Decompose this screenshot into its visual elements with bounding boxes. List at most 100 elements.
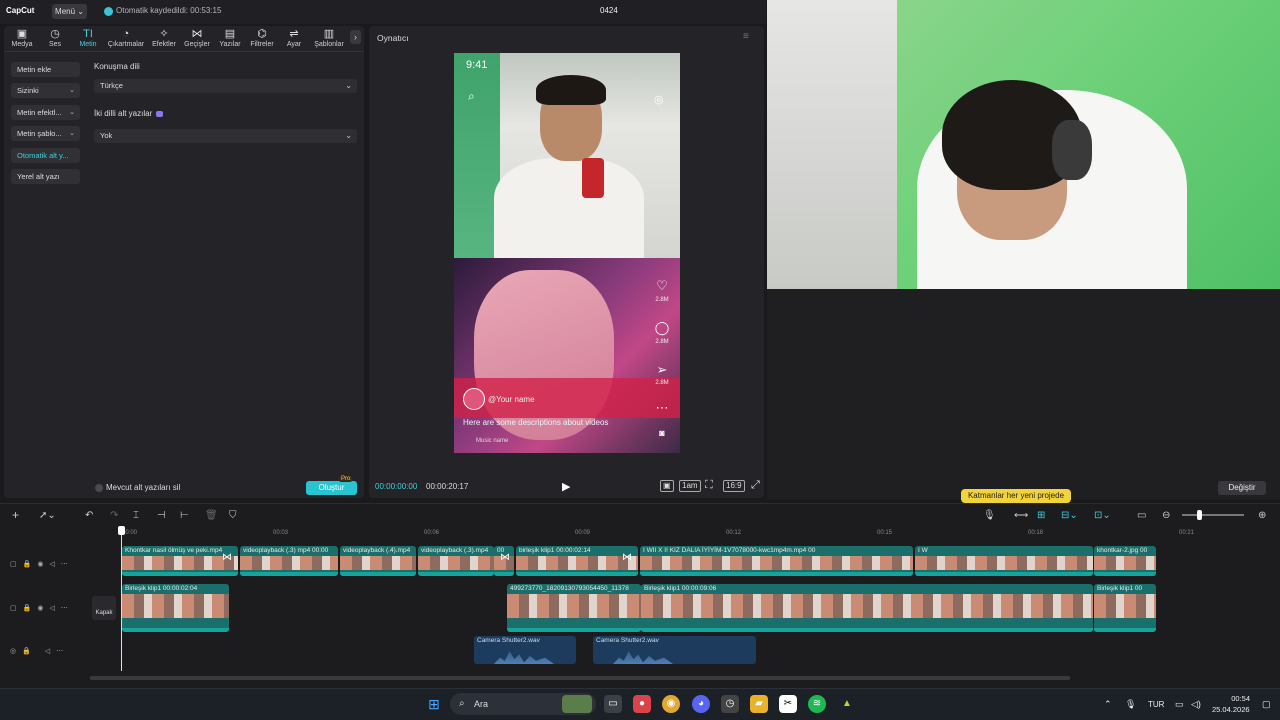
project-title[interactable]: 0424 <box>600 6 618 15</box>
speech-language-select[interactable]: Türkçe ⌄ <box>94 79 357 93</box>
tab-adjust[interactable]: ⇌ Ayar <box>278 28 310 48</box>
track-controls-audio[interactable]: ◎🔒 ◁⋯ <box>10 647 69 655</box>
ruler-tick: 00:09 <box>575 530 591 536</box>
tab-text[interactable]: TI Metin <box>72 28 104 48</box>
add-icon[interactable]: + <box>12 508 19 522</box>
redo-icon[interactable]: ↷ <box>110 510 118 521</box>
cloud-check-icon <box>104 7 113 16</box>
track-controls-overlay[interactable]: ▢🔒◉◁⋯ <box>10 604 74 612</box>
snap-icon[interactable]: ⊟⌄ <box>1061 510 1078 521</box>
tab-media[interactable]: ▣ Medya <box>6 28 38 48</box>
discord-icon[interactable]: ◕ <box>692 695 710 713</box>
wall <box>767 0 917 289</box>
language-indicator[interactable]: TUR <box>1148 700 1164 709</box>
video-clip[interactable]: birleşik klip1 00:00:02:14 <box>516 546 638 576</box>
app-icon[interactable]: ● <box>633 695 651 713</box>
tab-filters[interactable]: ⌬ Filtreler <box>246 28 278 48</box>
clock-time[interactable]: 00:54 <box>1230 694 1250 703</box>
tab-stickers[interactable]: ◔ Çıkartmalar <box>106 28 146 48</box>
create-button[interactable]: Oluştur <box>306 481 357 495</box>
menu-button[interactable]: Menü ⌄ <box>52 4 87 19</box>
zoom-slider-thumb[interactable] <box>1197 510 1202 520</box>
zoom-out-icon[interactable]: ⊖ <box>1162 510 1170 521</box>
overlay-clip[interactable]: Birleşik klip1 00:00:02:04 <box>122 584 229 632</box>
shield-icon[interactable]: ⛉ <box>229 510 237 521</box>
video-clip[interactable]: I W <box>915 546 1093 576</box>
clear-existing-checkbox[interactable] <box>95 484 103 492</box>
sidebar-item-add-text[interactable]: Metin ekle <box>11 62 80 77</box>
tab-transitions[interactable]: ⋈ Geçişler <box>181 28 213 48</box>
select-tool-icon[interactable]: ➚⌄ <box>39 510 56 521</box>
split-left-icon[interactable]: ⊣ <box>157 510 166 521</box>
mic-icon[interactable]: 🎙 <box>983 510 996 521</box>
file-explorer-icon[interactable]: ▰ <box>750 695 768 713</box>
tab-templates[interactable]: ▥ Şablonlar <box>310 28 348 48</box>
app-icon[interactable]: ▲ <box>838 695 856 713</box>
spotify-icon[interactable]: ≋ <box>808 695 826 713</box>
capcut-icon[interactable]: ✂ <box>779 695 797 713</box>
video-clip[interactable]: videoplayback (.3) mp4 00:00 <box>240 546 338 576</box>
undo-icon[interactable]: ↶ <box>85 510 93 521</box>
clock-date[interactable]: 25.04.2026 <box>1212 705 1250 714</box>
like-count: 2.8M <box>655 297 669 303</box>
sidebar-item-auto-captions[interactable]: Otomatik alt y... <box>11 148 80 163</box>
zoom-slider[interactable] <box>1182 514 1244 516</box>
video-preview[interactable]: 9:41 ⌕ ◎ @Your name Here are some descri… <box>454 53 680 453</box>
cover-button[interactable]: Kapak <box>92 596 116 620</box>
volume-icon[interactable]: ◁) <box>1191 699 1201 710</box>
link-icon[interactable]: ⟷ <box>1014 510 1028 521</box>
captions-toggle-icon[interactable]: ▭ <box>1137 510 1146 521</box>
waveform <box>613 651 673 664</box>
image-clip[interactable]: khontkar-2.jpg 00 <box>1094 546 1156 576</box>
transition-icon[interactable]: ⋈ <box>622 552 632 563</box>
overlay-clip[interactable]: Birleşik klip1 00 <box>1094 584 1156 632</box>
snapshot-icon[interactable]: ▣ <box>660 480 674 492</box>
overlay-clip[interactable]: 499273770_18209130793054450_11378 <box>507 584 641 632</box>
audio-clip[interactable]: Camera Shutter2.wav <box>474 636 576 664</box>
video-clip[interactable]: I WII X I! KIZ DALIA İYİYİM-1V7078000-kw… <box>640 546 913 576</box>
chevron-down-icon: ⌄ <box>69 130 75 137</box>
fullscreen-icon[interactable]: ⤢ <box>749 480 762 491</box>
sidebar-item-local-captions[interactable]: Yerel alt yazı <box>11 169 80 184</box>
sidebar-item-text-effects[interactable]: Metin efektl... ⌄ <box>11 105 80 120</box>
sidebar-item-text-templates[interactable]: Metin şablo... ⌄ <box>11 126 80 141</box>
transition-icon[interactable]: ⋈ <box>222 552 232 563</box>
crop-icon[interactable]: ⛶ <box>703 480 715 491</box>
chevron-right-icon[interactable]: › <box>350 30 361 44</box>
video-clip[interactable]: videoplayback (.3).mp4 <box>418 546 494 576</box>
display-icon[interactable]: ▭ <box>1175 699 1184 710</box>
windows-start-icon[interactable]: ⊞ <box>425 695 443 713</box>
play-icon[interactable]: ▶ <box>562 480 570 493</box>
video-clip[interactable]: videoplayback (.4).mp4 <box>340 546 416 576</box>
horizontal-scrollbar[interactable] <box>90 676 1070 680</box>
notification-icon[interactable]: ▢ <box>1262 699 1271 710</box>
transition-icon[interactable]: ⋈ <box>500 552 510 563</box>
playhead-handle[interactable] <box>118 526 125 535</box>
audio-clip[interactable]: Camera Shutter2.wav <box>593 636 756 664</box>
preview-axis-icon[interactable]: ⊡⌄ <box>1094 510 1111 521</box>
sidebar-item-yours[interactable]: Sizinki ⌄ <box>11 83 80 98</box>
chrome-icon[interactable]: ◉ <box>662 695 680 713</box>
magnet-icon[interactable]: ⊞ <box>1037 510 1045 521</box>
mic-icon[interactable]: 🎙 <box>1125 699 1136 710</box>
tab-audio[interactable]: ◷ Ses <box>39 28 71 48</box>
track-controls-main[interactable]: ▢🔒◉◁⋯ <box>10 560 74 568</box>
split-right-icon[interactable]: ⊢ <box>180 510 189 521</box>
bilingual-captions-select[interactable]: Yok ⌄ <box>94 129 357 143</box>
playhead[interactable] <box>121 526 122 671</box>
chevron-up-icon[interactable]: ⌃ <box>1104 699 1112 710</box>
quality-button[interactable]: 1am <box>679 480 701 492</box>
zoom-in-icon[interactable]: ⊕ <box>1258 510 1266 521</box>
replace-button[interactable]: Değiştir <box>1218 481 1266 495</box>
delete-icon[interactable]: 🗑 <box>205 510 218 521</box>
overlay-clip[interactable]: Birleşik klip1 00:00:09:06 <box>641 584 1093 632</box>
clock-app-icon[interactable]: ◷ <box>721 695 739 713</box>
hamburger-icon[interactable]: ≡ <box>743 31 749 42</box>
tab-captions[interactable]: ▤ Yazılar <box>214 28 246 48</box>
video-clip[interactable]: Khontkar nasil ölmüş ve peki.mp4 <box>122 546 238 576</box>
widget-icon[interactable] <box>562 695 592 713</box>
split-icon[interactable]: ⌶ <box>133 510 139 521</box>
tab-effects[interactable]: ✧ Efektler <box>148 28 180 48</box>
ratio-button[interactable]: 16:9 <box>723 480 745 492</box>
task-view-icon[interactable]: ▭ <box>604 695 622 713</box>
